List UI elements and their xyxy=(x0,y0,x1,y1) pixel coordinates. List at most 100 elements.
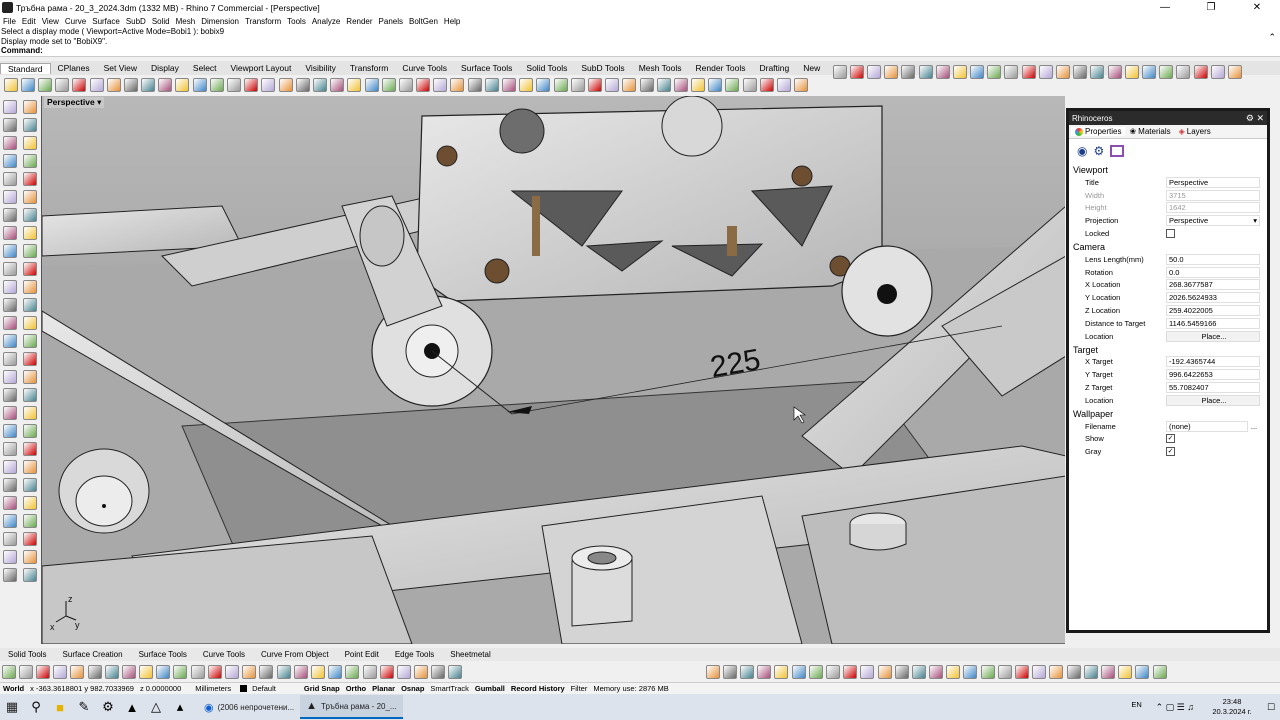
tool-icon[interactable] xyxy=(35,665,50,679)
tool-icon[interactable] xyxy=(3,370,17,384)
camera-place-button[interactable]: Place... xyxy=(1166,330,1260,342)
tool-icon[interactable] xyxy=(23,496,37,510)
camera-field[interactable]: 2026.5624933 xyxy=(1166,292,1260,304)
tool-icon[interactable] xyxy=(553,78,568,92)
bottom-tab-edge-tools[interactable]: Edge Tools xyxy=(387,650,442,659)
tool-icon[interactable] xyxy=(3,78,18,92)
tool-icon[interactable] xyxy=(227,78,242,92)
osnap-toggle[interactable]: Osnap xyxy=(398,684,427,693)
tool-icon[interactable] xyxy=(3,118,17,132)
tool-icon[interactable] xyxy=(849,65,864,79)
tool-icon[interactable] xyxy=(1,665,16,679)
tool-icon[interactable] xyxy=(450,78,465,92)
tool-icon[interactable] xyxy=(1004,65,1019,79)
tool-icon[interactable] xyxy=(158,78,173,92)
tool-icon[interactable] xyxy=(1090,65,1105,79)
tool-icon[interactable] xyxy=(23,442,37,456)
tool-icon[interactable] xyxy=(398,78,413,92)
tool-icon[interactable] xyxy=(276,665,291,679)
menu-item-tools[interactable]: Tools xyxy=(284,17,309,26)
tool-icon[interactable] xyxy=(1141,65,1156,79)
tool-icon[interactable] xyxy=(259,665,274,679)
menu-item-subd[interactable]: SubD xyxy=(123,17,149,26)
tool-icon[interactable] xyxy=(1100,665,1115,679)
tool-icon[interactable] xyxy=(448,665,463,679)
tool-icon[interactable] xyxy=(242,665,257,679)
tool-icon[interactable] xyxy=(759,78,774,92)
tool-icon[interactable] xyxy=(3,406,17,420)
tool-icon[interactable] xyxy=(605,78,620,92)
camera-field[interactable]: 50.0 xyxy=(1166,253,1260,265)
tool-icon[interactable] xyxy=(740,665,755,679)
tool-icon[interactable] xyxy=(23,208,37,222)
tool-icon[interactable] xyxy=(705,665,720,679)
tool-icon[interactable] xyxy=(1124,65,1139,79)
tool-icon[interactable] xyxy=(431,665,446,679)
menu-item-panels[interactable]: Panels xyxy=(376,17,406,26)
menu-item-analyze[interactable]: Analyze xyxy=(309,17,343,26)
cplane-status[interactable]: World xyxy=(0,684,27,693)
tool-icon[interactable] xyxy=(757,665,772,679)
taskbar-app-email[interactable]: ◉ (2006 непрочетени... xyxy=(198,695,300,719)
tool-icon[interactable] xyxy=(173,665,188,679)
tool-icon[interactable] xyxy=(141,78,156,92)
show-checkbox[interactable]: ✓ xyxy=(1166,434,1175,444)
tool-icon[interactable] xyxy=(207,665,222,679)
camera-field[interactable]: 0.0 xyxy=(1166,266,1260,278)
tool-icon[interactable] xyxy=(825,665,840,679)
tool-icon[interactable] xyxy=(997,665,1012,679)
tool-icon[interactable] xyxy=(1015,665,1030,679)
tool-icon[interactable] xyxy=(23,298,37,312)
tool-icon[interactable] xyxy=(23,532,37,546)
toolbar-tab-select[interactable]: Select xyxy=(186,63,224,73)
tool-icon[interactable] xyxy=(794,78,809,92)
tool-icon[interactable] xyxy=(23,334,37,348)
tool-icon[interactable] xyxy=(23,118,37,132)
tool-icon[interactable] xyxy=(23,154,37,168)
tool-icon[interactable] xyxy=(3,100,17,114)
menu-item-transform[interactable]: Transform xyxy=(242,17,284,26)
tool-icon[interactable] xyxy=(3,262,17,276)
tool-icon[interactable] xyxy=(190,665,205,679)
tab-properties[interactable]: Properties xyxy=(1071,127,1126,136)
gray-checkbox[interactable]: ✓ xyxy=(1166,447,1175,457)
command-prompt[interactable]: Command: xyxy=(1,46,1280,56)
tool-icon[interactable] xyxy=(3,568,17,582)
tool-icon[interactable] xyxy=(104,665,119,679)
tool-icon[interactable] xyxy=(433,78,448,92)
tool-icon[interactable] xyxy=(330,78,345,92)
tool-icon[interactable] xyxy=(808,665,823,679)
tool-icon[interactable] xyxy=(244,78,259,92)
tool-icon[interactable] xyxy=(23,172,37,186)
menu-item-dimension[interactable]: Dimension xyxy=(198,17,242,26)
tool-icon[interactable] xyxy=(175,78,190,92)
bottom-tab-curve-from-object[interactable]: Curve From Object xyxy=(253,650,337,659)
tool-icon[interactable] xyxy=(502,78,517,92)
tool-icon[interactable] xyxy=(3,442,17,456)
tool-icon[interactable] xyxy=(23,262,37,276)
tool-icon[interactable] xyxy=(23,406,37,420)
tool-icon[interactable] xyxy=(55,78,70,92)
viewport-props-icon[interactable] xyxy=(1110,145,1125,157)
tool-icon[interactable] xyxy=(3,136,17,150)
tool-icon[interactable] xyxy=(3,478,17,492)
tool-icon[interactable] xyxy=(87,665,102,679)
tool-icon[interactable] xyxy=(519,78,534,92)
toolbar-tab-visibility[interactable]: Visibility xyxy=(298,63,343,73)
toolbar-tab-viewport-layout[interactable]: Viewport Layout xyxy=(224,63,299,73)
record-history-toggle[interactable]: Record History xyxy=(508,684,568,693)
tool-icon[interactable] xyxy=(123,78,138,92)
tool-icon[interactable] xyxy=(467,78,482,92)
rhino-taskbar-icon-3[interactable]: ▴ xyxy=(168,695,192,719)
tool-icon[interactable] xyxy=(23,190,37,204)
restore-icon[interactable]: ❐ xyxy=(1188,0,1234,15)
notification-icon[interactable]: ☐ xyxy=(1262,702,1280,713)
tool-icon[interactable] xyxy=(3,190,17,204)
tool-icon[interactable] xyxy=(121,665,136,679)
tool-icon[interactable] xyxy=(23,370,37,384)
toolbar-tab-drafting[interactable]: Drafting xyxy=(752,63,796,73)
tool-icon[interactable] xyxy=(987,65,1002,79)
settings-app-icon[interactable]: ⚙ xyxy=(96,695,120,719)
tool-icon[interactable] xyxy=(639,78,654,92)
tool-icon[interactable] xyxy=(791,665,806,679)
